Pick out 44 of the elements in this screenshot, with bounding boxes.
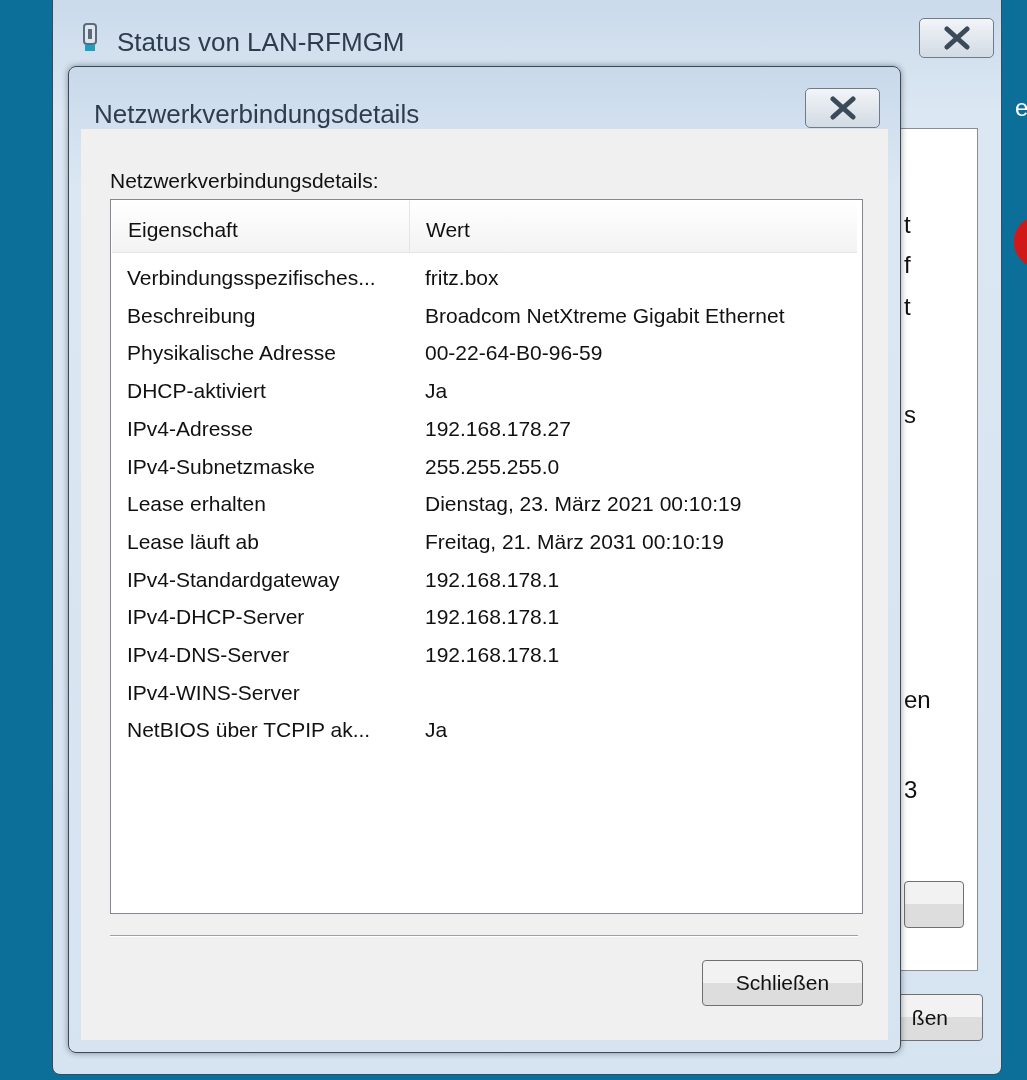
table-cell: IPv4-Subnetzmaske [127,454,315,478]
table-cell: 192.168.178.27 [425,416,571,440]
close-button[interactable]: Schließen [702,960,863,1006]
close-button[interactable] [919,18,994,58]
table-cell: NetBIOS über TCPIP ak... [127,718,371,742]
table-cell: Beschreibung [127,303,256,327]
text-fragment: 3 [904,775,918,805]
button[interactable] [904,881,964,928]
table-cell: Ja [425,379,448,403]
table-cell: Freitag, 21. März 2031 00:10:19 [425,529,724,553]
close-icon [827,96,858,120]
table-cell: 255.255.255.0 [425,454,560,478]
table-cell: Physikalische Adresse [127,341,336,365]
table-cell: 00-22-64-B0-96-59 [425,341,603,365]
table-cell: IPv4-DNS-Server [127,642,290,666]
list-label: Netzwerkverbindungsdetails: [110,168,379,194]
table-cell: 192.168.178.1 [425,642,560,666]
dialog-title: Netzwerkverbindungsdetails [94,98,420,131]
table-cell: Lease erhalten [127,492,266,516]
table-cell: IPv4-Standardgateway [127,567,340,591]
text-fragment: t [904,210,911,240]
table-cell: Broadcom NetXtreme Gigabit Ethernet [425,303,785,327]
table-cell: Ja [425,718,448,742]
table-cell: IPv4-Adresse [127,416,254,440]
desktop-label: e [1015,93,1027,123]
text-fragment: en [904,685,931,715]
table-cell: IPv4-DHCP-Server [127,605,305,629]
network-adapter-icon [80,23,100,53]
window-title: Status von LAN-RFMGM [117,26,405,59]
close-icon [941,26,972,50]
table-cell: 192.168.178.1 [425,605,560,629]
table-cell: IPv4-WINS-Server [127,680,300,704]
table-cell: Dienstag, 23. März 2021 00:10:19 [425,492,742,516]
table-cell: DHCP-aktiviert [127,379,266,403]
table-cell: 192.168.178.1 [425,567,560,591]
table-cell: Verbindungsspezifisches... [127,266,376,290]
text-fragment: f [904,250,911,280]
text-fragment: s [904,400,916,430]
column-header[interactable]: Wert [410,201,857,252]
close-button[interactable] [805,88,880,128]
table-cell: fritz.box [425,266,499,290]
table-cell: Lease läuft ab [127,529,259,553]
text-fragment: t [904,292,911,322]
column-header[interactable]: Eigenschaft [112,201,410,252]
